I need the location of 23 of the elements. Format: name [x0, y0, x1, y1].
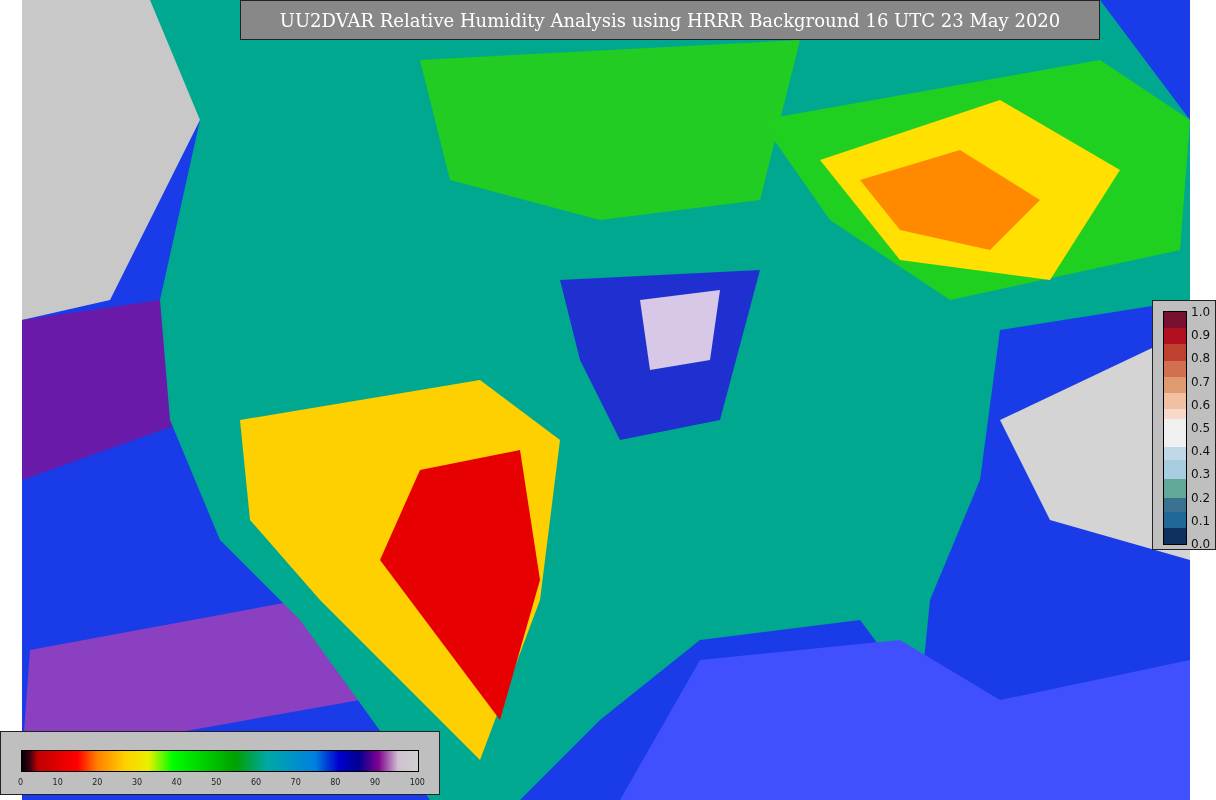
- tick-label: 0.2: [1191, 490, 1211, 505]
- tick-label: 100: [409, 778, 425, 787]
- tick-label: 1.0: [1191, 305, 1211, 319]
- tick-label: 50: [211, 778, 222, 787]
- tick-label: 0.3: [1191, 467, 1211, 482]
- tick-label: 80: [330, 778, 341, 787]
- tick-label: 0.9: [1191, 328, 1211, 343]
- tick-label: 0.6: [1191, 397, 1211, 412]
- tick-label: 30: [131, 778, 143, 787]
- tick-label: 10: [52, 778, 63, 787]
- tick-label: 0.5: [1191, 420, 1211, 435]
- tick-label: 0.1: [1191, 513, 1211, 528]
- tick-label: 0: [18, 778, 24, 787]
- tick-label: 90: [369, 778, 381, 787]
- map-title: UU2DVAR Relative Humidity Analysis using HRRR Background 16 UTC 23 May 2020: [240, 0, 1100, 40]
- tick-label: 0.4: [1191, 444, 1211, 459]
- tick-label: 0.7: [1191, 374, 1211, 389]
- tick-label: 0.8: [1191, 351, 1211, 366]
- tick-label: 40: [171, 778, 182, 787]
- tick-label: 70: [290, 778, 301, 787]
- tick-label: 60: [250, 778, 262, 787]
- tick-label: 0.0: [1191, 536, 1211, 551]
- tick-label: 20: [92, 778, 103, 787]
